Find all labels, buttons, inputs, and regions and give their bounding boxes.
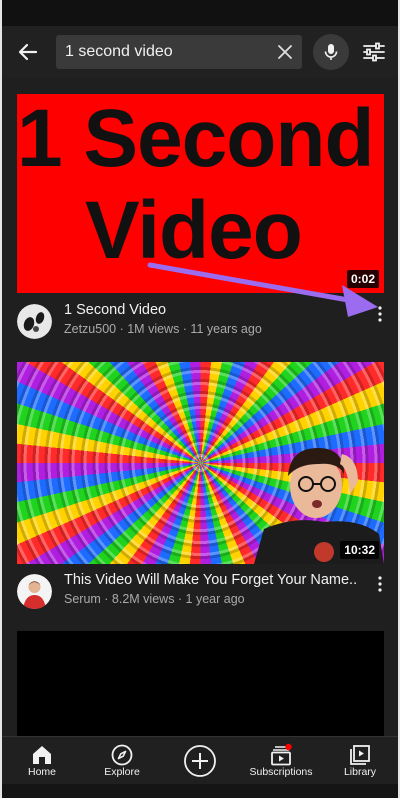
video-title[interactable]: This Video Will Make You Forget Your Nam… — [64, 572, 357, 588]
video-thumbnail[interactable]: 10:32 — [17, 362, 384, 564]
nav-label: Home — [27, 766, 56, 778]
nav-create[interactable] — [160, 737, 240, 785]
thumbnail-text: 1 Second — [17, 94, 375, 184]
filter-icon[interactable] — [361, 39, 387, 65]
more-vert-icon[interactable] — [372, 574, 388, 594]
nav-label: Explore — [104, 766, 140, 778]
video-info-row[interactable]: 1 Second Video Zetzu500 · 1M views · 11 … — [2, 302, 398, 342]
duration-badge: 10:32 — [340, 541, 379, 559]
search-input[interactable]: 1 second video — [56, 35, 302, 69]
system-bar — [2, 784, 398, 798]
bottom-navigation: Home Explore Subscriptions Library — [2, 736, 398, 784]
voice-search-button[interactable] — [313, 34, 349, 70]
mic-icon — [324, 44, 338, 60]
compass-icon — [111, 744, 133, 766]
nav-home[interactable]: Home — [2, 737, 82, 785]
video-title[interactable]: 1 Second Video — [64, 302, 166, 318]
video-thumbnail[interactable]: 1 Second Video 0:02 — [17, 94, 384, 293]
nav-explore[interactable]: Explore — [82, 737, 162, 785]
video-metadata: Zetzu500 · 1M views · 11 years ago — [64, 322, 262, 336]
nav-subscriptions[interactable]: Subscriptions — [241, 737, 321, 785]
library-icon — [350, 745, 370, 765]
thumbnail-text: Video — [85, 185, 303, 276]
video-thumbnail[interactable] — [17, 631, 384, 736]
avatar[interactable] — [17, 574, 52, 609]
status-bar — [2, 0, 398, 26]
search-query: 1 second video — [65, 43, 173, 60]
home-icon — [33, 746, 51, 764]
subscriptions-icon — [271, 743, 292, 766]
nav-label: Library — [343, 766, 377, 778]
nav-library[interactable]: Library — [320, 737, 398, 785]
add-circle-icon — [184, 745, 216, 777]
duration-badge: 0:02 — [346, 270, 379, 288]
avatar[interactable] — [17, 304, 52, 339]
clear-icon[interactable] — [274, 41, 296, 63]
more-vert-icon[interactable] — [372, 304, 388, 324]
phone-screen: 1 second video 1 Second Video 0:02 1 Sec… — [2, 0, 398, 798]
video-metadata: Serum · 8.2M views · 1 year ago — [64, 592, 245, 606]
search-header: 1 second video — [2, 26, 398, 78]
video-info-row[interactable]: This Video Will Make You Forget Your Nam… — [2, 572, 398, 612]
nav-label: Subscriptions — [249, 766, 313, 778]
back-arrow-icon[interactable] — [14, 38, 42, 66]
